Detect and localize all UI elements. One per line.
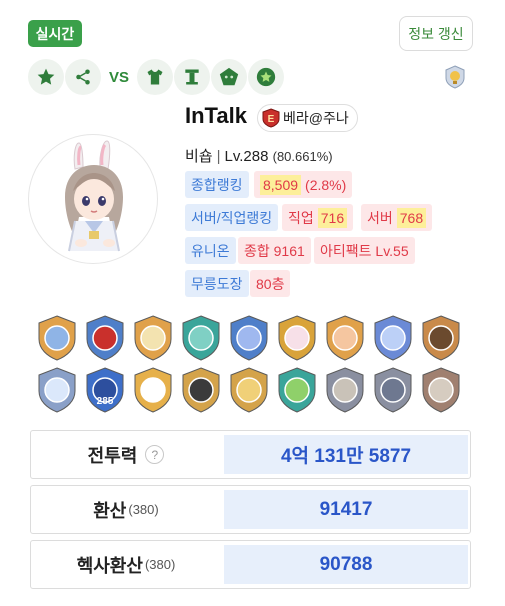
medal-5-icon[interactable] — [227, 314, 271, 362]
separator: | — [216, 148, 221, 165]
medal-4-icon[interactable] — [179, 314, 223, 362]
shirt-icon — [147, 69, 163, 85]
conversion-row: 환산 (380) 91417 — [30, 485, 471, 534]
help-icon[interactable]: ? — [145, 445, 165, 464]
medal-13-icon[interactable] — [179, 366, 223, 414]
overall-ranking-label[interactable]: 종합랭킹 — [185, 171, 249, 198]
medal-2-icon[interactable] — [83, 314, 127, 362]
server-name: 베라@주나 — [283, 110, 349, 126]
star-circle-icon — [256, 67, 276, 87]
trophy-badge-icon[interactable] — [444, 65, 466, 89]
overall-rank-number: 8,509 — [260, 174, 302, 195]
medal-16-icon[interactable] — [323, 366, 367, 414]
medal-badge-number: 285 — [97, 396, 114, 407]
server-badge[interactable]: E 베라@주나 — [257, 104, 358, 132]
character-name: InTalk — [185, 103, 247, 128]
hexa-conversion-value: 90788 — [224, 545, 468, 584]
refresh-info-button[interactable]: 정보 갱신 — [399, 16, 473, 51]
hexa-conversion-label-text: 헥사환산 — [76, 555, 143, 576]
medal-8-icon[interactable] — [371, 314, 415, 362]
medal-9-icon[interactable] — [419, 314, 463, 362]
job-ranking-value: 716 — [317, 207, 348, 228]
medal-15-icon[interactable] — [275, 366, 319, 414]
job-ranking-label: 직업 — [288, 209, 314, 226]
server-emblem-icon: E — [262, 108, 280, 128]
character-image — [65, 140, 123, 252]
conversion-value: 91417 — [224, 490, 468, 529]
conversion-label: 환산 (380) — [31, 486, 221, 533]
hexa-conversion-sub: (380) — [144, 557, 176, 572]
medal-11-icon[interactable]: 285 — [83, 366, 127, 414]
server-ranking-label: 서버 — [367, 209, 393, 226]
artifact-level-chip: 아티팩트 Lv.55 — [314, 237, 415, 264]
medal-1-icon[interactable] — [35, 314, 79, 362]
combat-power-label: 전투력 ? — [31, 431, 221, 478]
union-button[interactable] — [248, 59, 284, 95]
conversion-label-text: 환산 — [93, 500, 127, 521]
medal-3-icon[interactable] — [131, 314, 175, 362]
equipment-button[interactable] — [137, 59, 173, 95]
share-button[interactable] — [65, 59, 101, 95]
overall-rank-change: (2.8%) — [305, 176, 347, 193]
medal-18-icon[interactable] — [419, 366, 463, 414]
exp-percent: (80.661%) — [272, 149, 333, 164]
favorite-star-button[interactable] — [28, 59, 64, 95]
medal-7-icon[interactable] — [323, 314, 367, 362]
dojo-label[interactable]: 무릉도장 — [185, 270, 249, 297]
union-label[interactable]: 유니온 — [185, 237, 236, 264]
server-ranking-value: 768 — [396, 207, 427, 228]
character-avatar — [28, 134, 158, 264]
share-icon — [76, 69, 90, 85]
level: Lv.288 — [224, 148, 269, 165]
guild-button[interactable] — [211, 59, 247, 95]
job-level-line: 비숍 | Lv.288 (80.661%) — [185, 145, 333, 166]
job-name: 비숍 — [185, 148, 213, 165]
star-icon — [37, 68, 55, 85]
overall-ranking-value: 8,509 (2.8%) — [254, 171, 353, 198]
dojo-floor-chip: 80층 — [250, 270, 291, 297]
action-icon-row: VS — [28, 59, 284, 95]
svg-text:E: E — [268, 114, 275, 125]
medal-12-icon[interactable] — [131, 366, 175, 414]
medal-6-icon[interactable] — [275, 314, 319, 362]
medal-10-icon[interactable] — [35, 366, 79, 414]
realtime-badge[interactable]: 실시간 — [28, 20, 82, 47]
guild-pentagon-icon — [219, 67, 239, 86]
hexa-conversion-label: 헥사환산 (380) — [31, 541, 221, 588]
hexa-conversion-row: 헥사환산 (380) 90788 — [30, 540, 471, 589]
job-ranking-chip: 직업 716 — [282, 204, 354, 231]
combat-power-row: 전투력 ? 4억 131만 5877 — [30, 430, 471, 479]
medal-14-icon[interactable] — [227, 366, 271, 414]
combat-power-value: 4억 131만 5877 — [224, 435, 468, 474]
vs-compare-button[interactable]: VS — [102, 59, 136, 95]
server-ranking-chip: 서버 768 — [361, 204, 433, 231]
symbol-button[interactable] — [174, 59, 210, 95]
union-total-chip: 종합 9161 — [238, 237, 311, 264]
server-job-ranking-label[interactable]: 서버/직업랭킹 — [185, 204, 279, 231]
combat-power-label-text: 전투력 — [87, 445, 138, 466]
pillar-icon — [185, 69, 199, 85]
medal-17-icon[interactable] — [371, 366, 415, 414]
conversion-sub: (380) — [128, 502, 159, 517]
